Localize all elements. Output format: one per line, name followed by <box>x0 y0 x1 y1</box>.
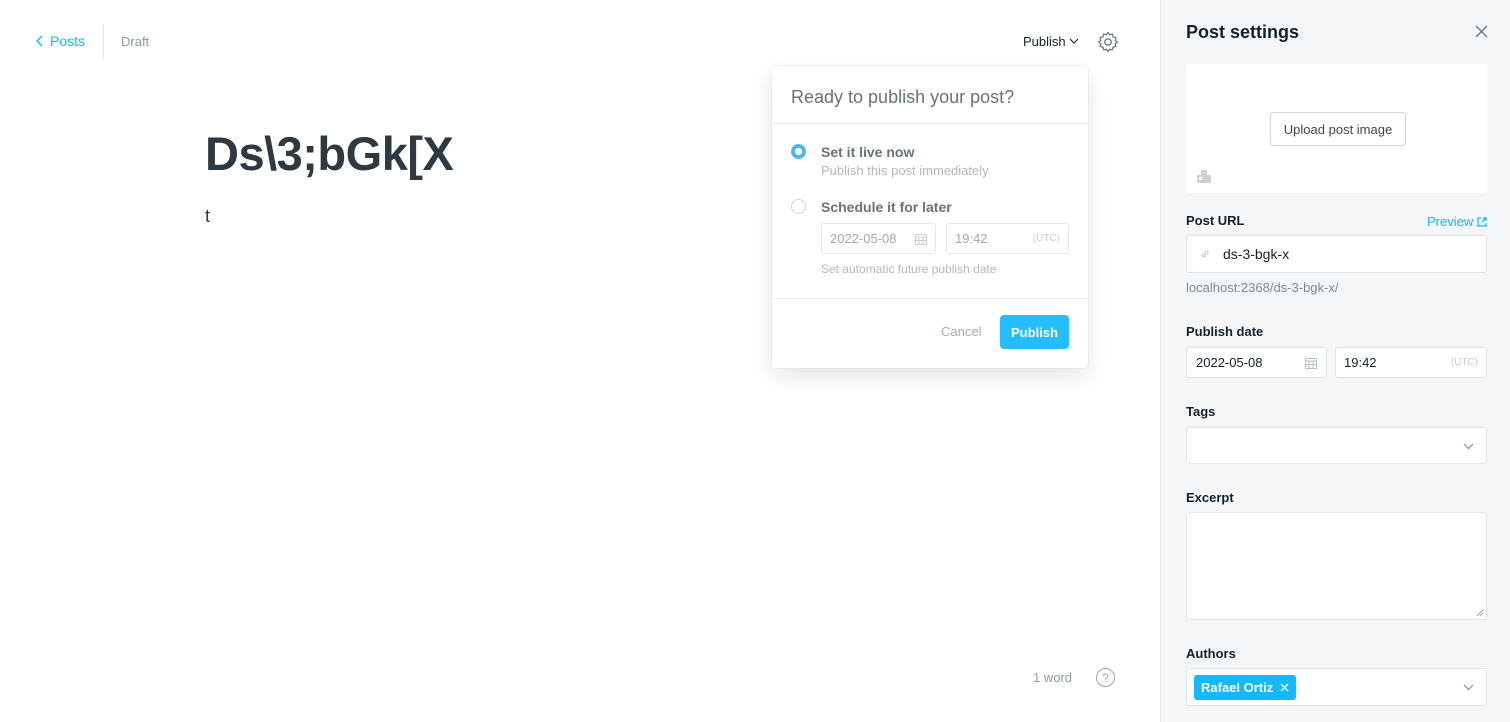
post-settings-sidebar: Post settings Upload post image Post URL… <box>1160 0 1510 722</box>
publish-date-value: 2022-05-08 <box>1196 355 1263 370</box>
radio-schedule-later[interactable] <box>791 199 806 214</box>
chevron-down-icon <box>1069 38 1079 44</box>
publish-date-label: Publish date <box>1186 324 1264 339</box>
tags-input[interactable] <box>1186 427 1487 464</box>
excerpt-textarea[interactable] <box>1186 512 1487 620</box>
author-chip[interactable]: Rafael Ortiz <box>1194 675 1297 700</box>
authors-input[interactable]: Rafael Ortiz <box>1186 668 1487 706</box>
post-title[interactable]: Ds\3;bGk[X <box>205 126 454 181</box>
close-icon[interactable] <box>1474 24 1489 39</box>
back-to-posts-link[interactable]: Posts <box>35 33 85 49</box>
radio-set-live-now[interactable] <box>791 144 806 159</box>
publish-popover: Ready to publish your post? Set it live … <box>772 66 1088 368</box>
schedule-date-value: 2022-05-08 <box>830 231 897 246</box>
post-status: Draft <box>121 34 150 49</box>
back-link-label: Posts <box>50 33 86 49</box>
publish-time-input[interactable]: 19:42 (UTC) <box>1335 347 1487 378</box>
author-name: Rafael Ortiz <box>1201 680 1274 695</box>
option-now-description: Publish this post immediately <box>821 163 989 178</box>
chevron-down-icon <box>1463 443 1474 450</box>
post-body[interactable]: t <box>205 206 210 227</box>
image-icon <box>1197 170 1211 183</box>
publish-menu-label: Publish <box>1023 34 1066 49</box>
post-url-label: Post URL <box>1186 213 1245 228</box>
calendar-icon <box>1305 357 1317 369</box>
tags-label: Tags <box>1186 404 1216 419</box>
schedule-date-input[interactable]: 2022-05-08 <box>821 223 936 254</box>
post-image-dropzone[interactable]: Upload post image <box>1186 64 1487 193</box>
option-later-label[interactable]: Schedule it for later <box>821 199 952 215</box>
publish-menu-trigger[interactable]: Publish <box>1023 34 1079 49</box>
publish-date-input[interactable]: 2022-05-08 <box>1186 347 1327 378</box>
option-later-description: Set automatic future publish date <box>821 262 997 276</box>
schedule-timezone: (UTC) <box>1032 233 1060 244</box>
authors-label: Authors <box>1186 646 1236 661</box>
schedule-time-value: 19:42 <box>955 231 988 246</box>
option-now-label[interactable]: Set it live now <box>821 144 914 160</box>
schedule-time-input[interactable]: 19:42 (UTC) <box>946 223 1069 254</box>
publish-button[interactable]: Publish <box>1000 315 1069 349</box>
editor-pane: Posts Draft Publish Ds\3;bGk[X t 1 word … <box>0 0 1160 722</box>
popover-title: Ready to publish your post? <box>791 87 1015 107</box>
remove-author-close-icon[interactable] <box>1280 683 1289 692</box>
popover-divider <box>772 298 1088 299</box>
word-count: 1 word <box>1033 670 1073 685</box>
chevron-down-icon <box>1463 684 1474 691</box>
popover-divider <box>772 123 1088 124</box>
help-icon[interactable]: ? <box>1096 668 1115 687</box>
cancel-button[interactable]: Cancel <box>941 324 981 339</box>
preview-link[interactable]: Preview <box>1427 214 1487 229</box>
header-divider <box>103 24 104 59</box>
post-url-hint: localhost:2368/ds-3-bgk-x/ <box>1186 280 1339 295</box>
excerpt-label: Excerpt <box>1186 490 1234 505</box>
link-icon <box>1201 250 1209 258</box>
publish-timezone: (UTC) <box>1450 357 1478 368</box>
preview-label: Preview <box>1427 214 1474 229</box>
external-link-icon <box>1477 216 1487 227</box>
upload-post-image-button[interactable]: Upload post image <box>1270 112 1406 146</box>
chevron-left-icon <box>36 35 43 47</box>
post-url-input[interactable]: ds-3-bgk-x <box>1186 235 1487 273</box>
post-url-value: ds-3-bgk-x <box>1223 246 1290 262</box>
calendar-icon <box>915 233 927 245</box>
publish-time-value: 19:42 <box>1344 355 1377 370</box>
sidebar-title: Post settings <box>1186 22 1300 42</box>
gear-icon[interactable] <box>1096 30 1120 54</box>
resize-handle-icon[interactable] <box>1476 609 1484 617</box>
